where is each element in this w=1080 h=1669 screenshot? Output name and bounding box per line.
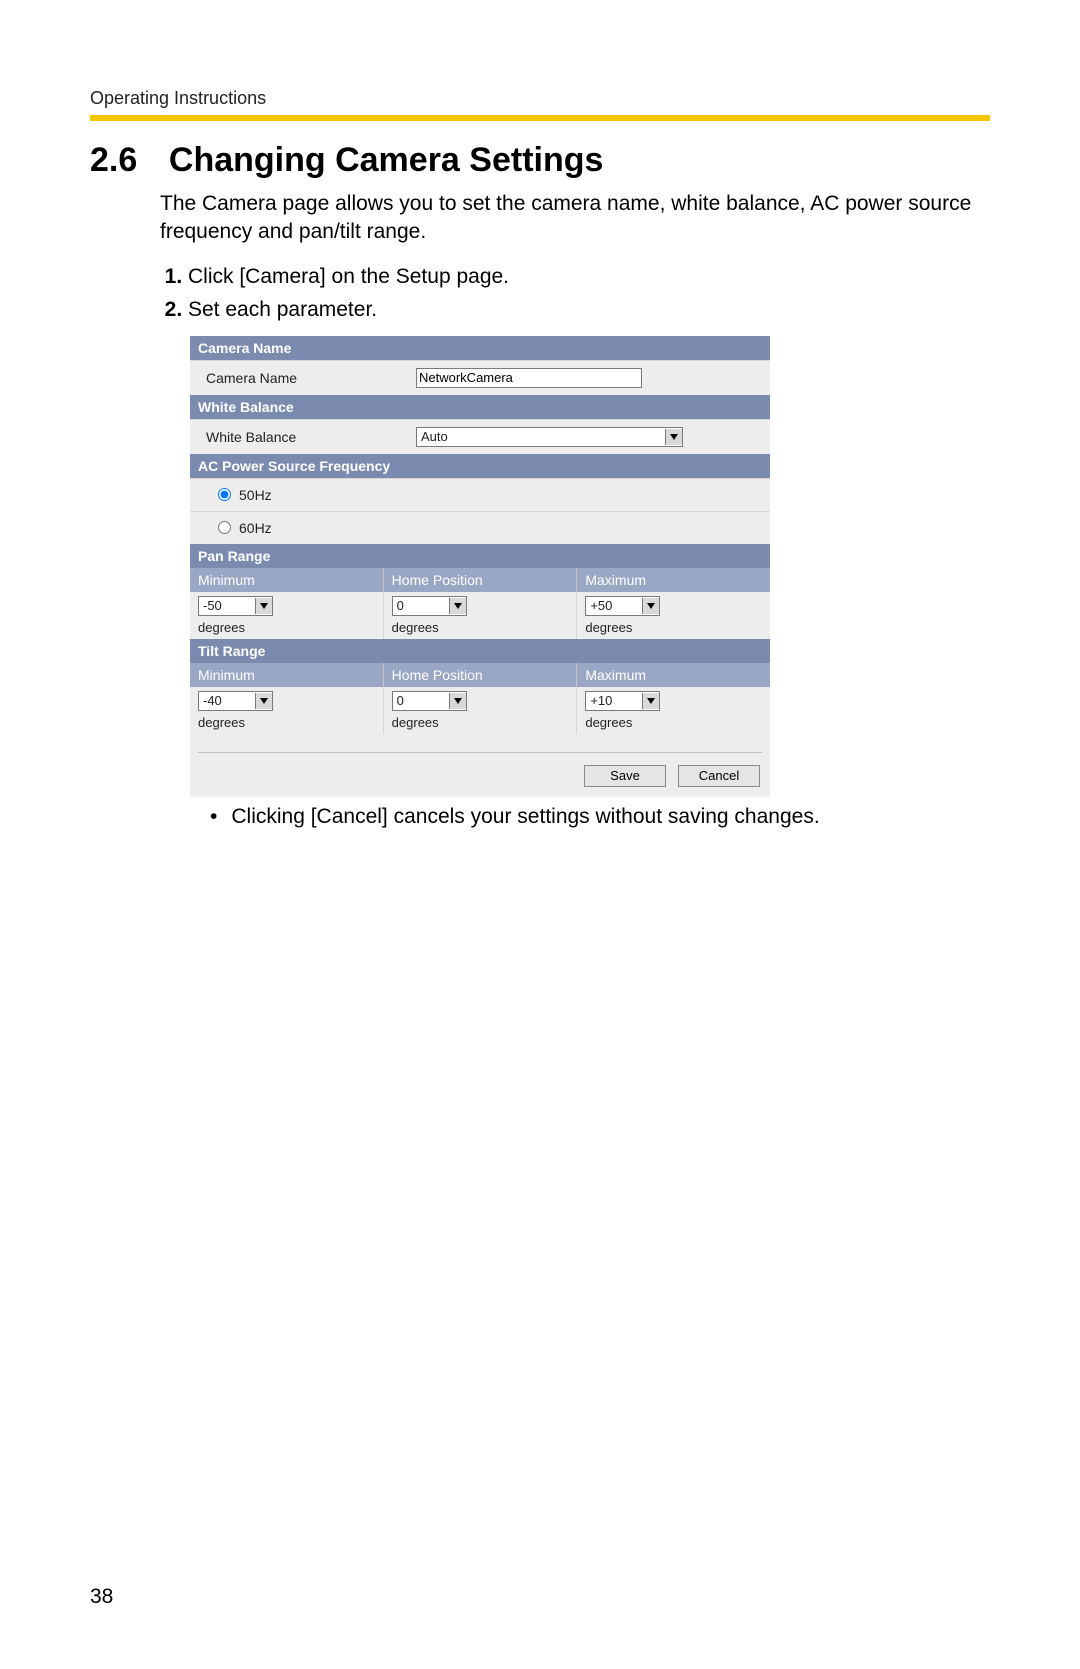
pan-home-value: 0 xyxy=(393,598,449,613)
camera-name-header: Camera Name xyxy=(190,336,770,360)
panel-divider xyxy=(198,752,762,753)
white-balance-value: Auto xyxy=(417,429,665,444)
chevron-down-icon xyxy=(642,693,659,709)
pan-home-dropdown[interactable]: 0 xyxy=(392,596,467,616)
running-header: Operating Instructions xyxy=(90,88,990,109)
tilt-home-unit: degrees xyxy=(392,715,569,730)
camera-name-input[interactable] xyxy=(416,368,642,388)
chevron-down-icon xyxy=(449,693,466,709)
save-button[interactable]: Save xyxy=(584,765,666,787)
cancel-note-text: Clicking [Cancel] cancels your settings … xyxy=(231,805,819,828)
tilt-range-header: Tilt Range xyxy=(190,639,770,663)
ac-60hz-radio[interactable] xyxy=(218,521,231,534)
chevron-down-icon xyxy=(665,429,682,445)
tilt-home-value: 0 xyxy=(393,693,449,708)
pan-max-dropdown[interactable]: +50 xyxy=(585,596,660,616)
tilt-columns-header: Minimum Home Position Maximum xyxy=(190,663,770,687)
chevron-down-icon xyxy=(642,598,659,614)
white-balance-label: White Balance xyxy=(206,429,416,445)
white-balance-dropdown[interactable]: Auto xyxy=(416,427,683,447)
section-title: Changing Camera Settings xyxy=(169,141,604,179)
ac-50hz-radio[interactable] xyxy=(218,488,231,501)
pan-min-value: -50 xyxy=(199,598,255,613)
ac-50hz-row[interactable]: 50Hz xyxy=(190,478,770,511)
step-1: Click [Camera] on the Setup page. xyxy=(188,261,990,293)
chevron-down-icon xyxy=(255,598,272,614)
tilt-max-value: +10 xyxy=(586,693,642,708)
pan-col-home: Home Position xyxy=(383,568,577,592)
pan-max-value: +50 xyxy=(586,598,642,613)
pan-max-unit: degrees xyxy=(585,620,762,635)
tilt-min-dropdown[interactable]: -40 xyxy=(198,691,273,711)
tilt-col-max: Maximum xyxy=(576,663,770,687)
tilt-min-value: -40 xyxy=(199,693,255,708)
pan-min-unit: degrees xyxy=(198,620,375,635)
intro-paragraph: The Camera page allows you to set the ca… xyxy=(160,190,990,247)
page-number: 38 xyxy=(90,1585,113,1609)
tilt-values-row: -40 degrees 0 degrees +10 degrees xyxy=(190,687,770,734)
header-rule xyxy=(90,115,990,121)
steps-list: Click [Camera] on the Setup page. Set ea… xyxy=(160,261,990,326)
tilt-max-dropdown[interactable]: +10 xyxy=(585,691,660,711)
ac-60hz-label: 60Hz xyxy=(239,520,272,536)
pan-values-row: -50 degrees 0 degrees +50 degrees xyxy=(190,592,770,639)
tilt-min-unit: degrees xyxy=(198,715,375,730)
bullet-icon: • xyxy=(210,805,231,828)
pan-min-dropdown[interactable]: -50 xyxy=(198,596,273,616)
ac-50hz-label: 50Hz xyxy=(239,487,272,503)
tilt-max-unit: degrees xyxy=(585,715,762,730)
camera-settings-panel: Camera Name Camera Name White Balance Wh… xyxy=(190,336,770,797)
tilt-col-min: Minimum xyxy=(190,663,383,687)
pan-columns-header: Minimum Home Position Maximum xyxy=(190,568,770,592)
tilt-home-dropdown[interactable]: 0 xyxy=(392,691,467,711)
section-number: 2.6 xyxy=(90,141,160,180)
white-balance-row: White Balance Auto xyxy=(190,419,770,454)
section-heading: 2.6 Changing Camera Settings xyxy=(90,141,990,180)
chevron-down-icon xyxy=(449,598,466,614)
white-balance-header: White Balance xyxy=(190,395,770,419)
tilt-col-home: Home Position xyxy=(383,663,577,687)
step-2: Set each parameter. xyxy=(188,294,990,326)
camera-name-row: Camera Name xyxy=(190,360,770,395)
cancel-button[interactable]: Cancel xyxy=(678,765,760,787)
ac-60hz-row[interactable]: 60Hz xyxy=(190,511,770,544)
pan-home-unit: degrees xyxy=(392,620,569,635)
cancel-note: •Clicking [Cancel] cancels your settings… xyxy=(210,805,990,829)
pan-col-max: Maximum xyxy=(576,568,770,592)
pan-range-header: Pan Range xyxy=(190,544,770,568)
ac-frequency-header: AC Power Source Frequency xyxy=(190,454,770,478)
pan-col-min: Minimum xyxy=(190,568,383,592)
button-bar: Save Cancel xyxy=(190,761,770,797)
chevron-down-icon xyxy=(255,693,272,709)
camera-name-label: Camera Name xyxy=(206,370,416,386)
